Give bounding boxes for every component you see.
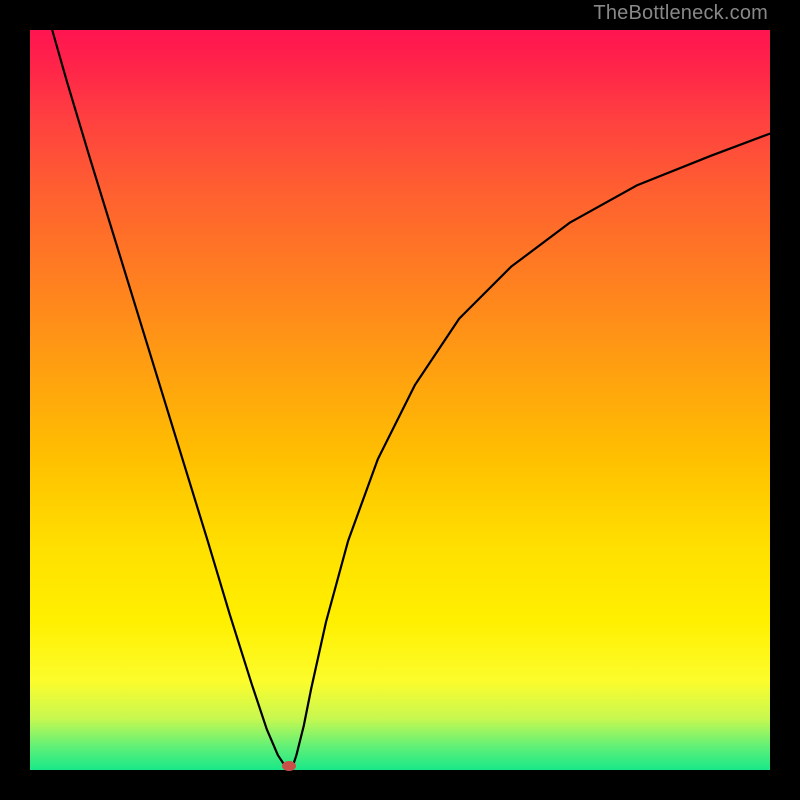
- watermark-text: TheBottleneck.com: [593, 2, 768, 25]
- chart-plot-area: [30, 30, 770, 770]
- bottleneck-curve: [30, 30, 770, 770]
- optimal-point-marker: [282, 761, 296, 771]
